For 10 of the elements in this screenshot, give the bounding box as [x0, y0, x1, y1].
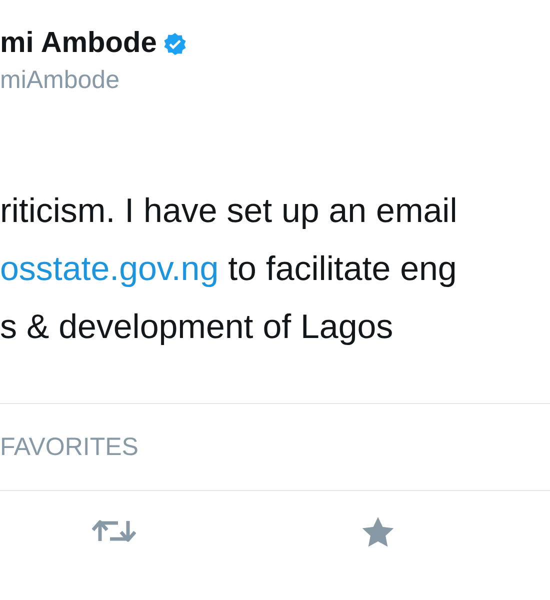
retweet-icon	[92, 517, 136, 545]
favorite-button[interactable]	[362, 517, 394, 547]
author-handle: miAmbode	[0, 66, 120, 95]
tweet-text-line: riticism. I have set up an email	[0, 191, 458, 232]
author-name: mi Ambode	[0, 27, 157, 60]
tweet-text-line: s & development of Lagos	[0, 307, 394, 348]
email-link[interactable]: osstate.gov.ng	[0, 250, 219, 288]
favorites-label: FAVORITES	[0, 432, 138, 462]
tweet-text-line: osstate.gov.ng to facilitate eng	[0, 249, 458, 290]
star-icon	[362, 517, 394, 547]
